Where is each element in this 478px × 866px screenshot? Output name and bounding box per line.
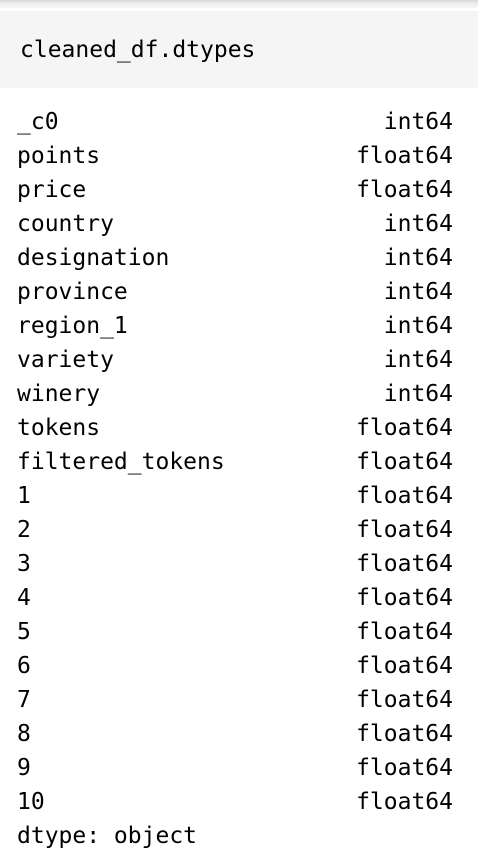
dtype-row: country int64 (17, 207, 453, 241)
column-dtype: int64 (383, 109, 453, 135)
dtype-row: region_1 int64 (17, 309, 453, 343)
column-name: tokens (17, 415, 101, 441)
column-name: price (17, 177, 87, 203)
column-dtype: float64 (356, 415, 453, 441)
series-dtype-footer: dtype: object (17, 823, 198, 849)
column-dtype: int64 (383, 279, 453, 305)
column-dtype: int64 (383, 347, 453, 373)
dtype-row: 9 float64 (17, 751, 453, 785)
column-dtype: float64 (356, 517, 453, 543)
column-name: 3 (17, 551, 31, 577)
dtype-row: 2 float64 (17, 513, 453, 547)
column-dtype: float64 (356, 177, 453, 203)
column-dtype: float64 (356, 789, 453, 815)
column-name: province (17, 279, 128, 305)
dtype-row: variety int64 (17, 343, 453, 377)
column-dtype: float64 (356, 449, 453, 475)
dtype-row: designation int64 (17, 241, 453, 275)
dtype-row: 6 float64 (17, 649, 453, 683)
column-dtype: float64 (356, 721, 453, 747)
dtype-row: province int64 (17, 275, 453, 309)
dtype-row: filtered_tokens float64 (17, 445, 453, 479)
column-name: filtered_tokens (17, 449, 225, 475)
dtype-row: 8 float64 (17, 717, 453, 751)
column-name: designation (17, 245, 170, 271)
dtype-row: winery int64 (17, 377, 453, 411)
dtype-row: price float64 (17, 173, 453, 207)
column-name: winery (17, 381, 101, 407)
dtype-row: _c0 int64 (17, 105, 453, 139)
column-name: country (17, 211, 114, 237)
column-name: _c0 (17, 109, 59, 135)
column-name: 4 (17, 585, 31, 611)
cell-output: _c0 int64 points float64 price float64 country… (17, 105, 453, 853)
code-input-text[interactable]: cleaned_df.dtypes (20, 35, 255, 65)
column-dtype: int64 (383, 313, 453, 339)
column-name: 9 (17, 755, 31, 781)
cell-top-shadow (0, 0, 478, 8)
dtype-row: 7 float64 (17, 683, 453, 717)
column-name: variety (17, 347, 114, 373)
column-name: points (17, 143, 101, 169)
dtype-row: 4 float64 (17, 581, 453, 615)
dtype-series-list: _c0 int64 points float64 price float64 country… (17, 105, 453, 819)
column-name: 1 (17, 483, 31, 509)
column-dtype: float64 (356, 755, 453, 781)
dtype-row: 3 float64 (17, 547, 453, 581)
dtype-row: 1 float64 (17, 479, 453, 513)
column-name: 7 (17, 687, 31, 713)
column-name: 6 (17, 653, 31, 679)
dtype-row: points float64 (17, 139, 453, 173)
column-name: 8 (17, 721, 31, 747)
column-dtype: float64 (356, 619, 453, 645)
column-dtype: float64 (356, 585, 453, 611)
column-dtype: float64 (356, 551, 453, 577)
column-dtype: float64 (356, 653, 453, 679)
dtype-row: 10 float64 (17, 785, 453, 819)
dtype-row: 5 float64 (17, 615, 453, 649)
column-dtype: int64 (383, 245, 453, 271)
column-dtype: int64 (383, 381, 453, 407)
column-dtype: float64 (356, 483, 453, 509)
column-name: region_1 (17, 313, 128, 339)
column-dtype: int64 (383, 211, 453, 237)
column-dtype: float64 (356, 143, 453, 169)
column-dtype: float64 (356, 687, 453, 713)
column-name: 10 (17, 789, 45, 815)
column-name: 5 (17, 619, 31, 645)
dtype-row: tokens float64 (17, 411, 453, 445)
column-name: 2 (17, 517, 31, 543)
